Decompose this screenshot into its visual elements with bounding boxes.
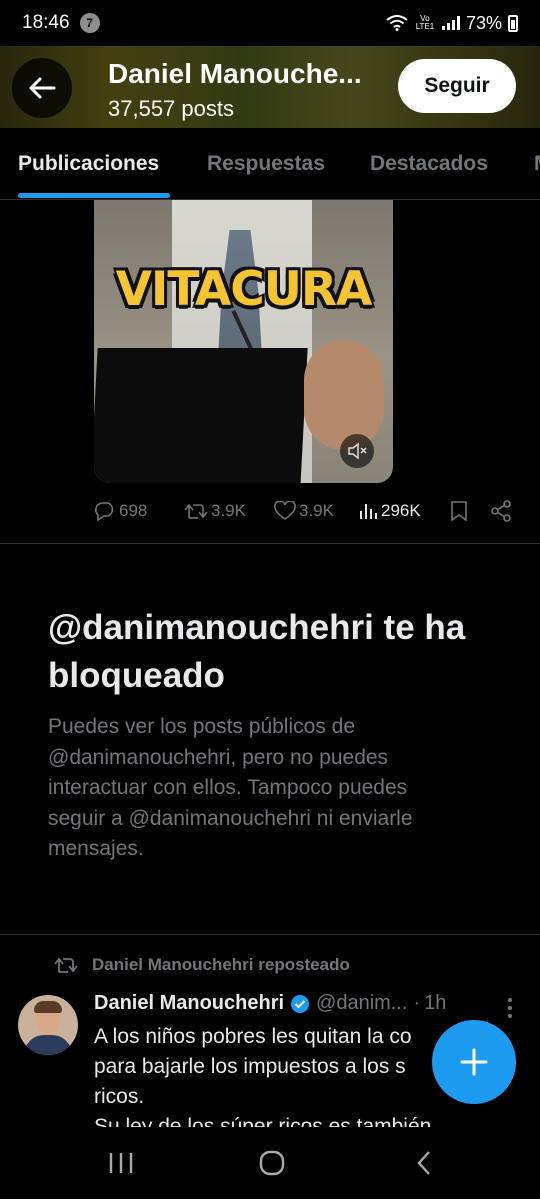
- share-icon: [491, 500, 511, 522]
- blocked-title: @danimanouchehri te ha bloqueado: [48, 608, 466, 695]
- follow-button[interactable]: Seguir: [398, 59, 516, 113]
- status-time: 18:46: [22, 12, 70, 33]
- bookmark-icon: [451, 501, 467, 522]
- profile-name: Daniel Manouche...: [108, 58, 362, 89]
- back-button[interactable]: [12, 58, 72, 118]
- divider: [0, 543, 540, 544]
- recent-apps-button[interactable]: [101, 1145, 141, 1181]
- divider: [0, 934, 540, 935]
- tweet-header: Daniel Manouchehri @danim... · 1h: [94, 992, 524, 1015]
- repost-label: Daniel Manouchehri reposteado: [92, 955, 350, 974]
- battery-icon: [508, 14, 518, 32]
- tab-multimedia[interactable]: M: [534, 152, 540, 176]
- battery-percent: 73%: [465, 12, 502, 33]
- arrow-left-icon: [29, 77, 56, 99]
- chevron-left-icon: [417, 1151, 430, 1175]
- avatar[interactable]: [18, 995, 78, 1055]
- recent-apps-icon: [109, 1153, 133, 1173]
- bar-chart-icon: [360, 504, 377, 519]
- tweet-time: 1h: [424, 992, 447, 1014]
- volte-label: Vo LTE1: [415, 14, 435, 31]
- view-count: 296K: [381, 501, 421, 520]
- views-action[interactable]: 296K: [358, 501, 421, 521]
- active-tab-indicator: [18, 193, 170, 198]
- repost-indicator: Daniel Manouchehri reposteado: [54, 955, 350, 975]
- heart-icon: [274, 501, 296, 520]
- compose-button[interactable]: [432, 1020, 516, 1104]
- separator-dot: ·: [413, 992, 421, 1014]
- profile-tabs: Publicaciones Respuestas Destacados M: [0, 128, 540, 200]
- profile-header: Daniel Manouche... 37,557 posts Seguir: [0, 46, 540, 128]
- video-laptop: [94, 348, 308, 483]
- share-action[interactable]: [490, 500, 512, 522]
- tab-publicaciones[interactable]: Publicaciones: [18, 152, 159, 176]
- more-options-icon[interactable]: [500, 996, 520, 1020]
- comment-icon: [95, 502, 114, 521]
- bookmark-action[interactable]: [450, 500, 468, 522]
- speaker-muted-icon: [348, 442, 367, 460]
- reply-action[interactable]: 698: [94, 501, 147, 521]
- notification-count-badge: 7: [79, 13, 100, 33]
- mute-button[interactable]: [340, 434, 374, 468]
- avatar-suit: [24, 1035, 72, 1055]
- tweet-author-name[interactable]: Daniel Manouchehri: [94, 992, 284, 1015]
- tweet-author-handle: @danim...: [316, 992, 408, 1014]
- signal-icon: [441, 16, 460, 30]
- reply-count: 698: [119, 501, 148, 520]
- wifi-icon: [386, 15, 408, 31]
- video-caption: VITACURA: [115, 262, 373, 317]
- plus-icon: [460, 1048, 488, 1076]
- back-nav-button[interactable]: [404, 1145, 444, 1181]
- system-navigation-bar: [0, 1127, 540, 1199]
- status-right-group: Vo LTE1 73%: [386, 13, 518, 34]
- home-icon: [259, 1150, 285, 1176]
- like-count: 3.9K: [299, 501, 334, 520]
- repost-count: 3.9K: [211, 501, 246, 520]
- repost-icon: [54, 957, 78, 973]
- like-action[interactable]: 3.9K: [274, 501, 334, 521]
- avatar-hair: [34, 1001, 62, 1013]
- status-bar: 18:46 7 Vo LTE1 73%: [0, 0, 540, 46]
- blocked-description: Puedes ver los posts públicos de @danima…: [48, 715, 413, 860]
- video-hand: [304, 340, 384, 450]
- home-button[interactable]: [252, 1145, 292, 1181]
- verified-badge-icon: [291, 994, 310, 1013]
- repost-action[interactable]: 3.9K: [184, 501, 246, 521]
- post-count: 37,557 posts: [108, 96, 234, 121]
- tweet-actions: 698 3.9K 3.9K 296K: [94, 495, 514, 527]
- repost-icon: [184, 503, 208, 519]
- tab-destacados[interactable]: Destacados: [370, 152, 488, 176]
- tab-respuestas[interactable]: Respuestas: [207, 152, 325, 176]
